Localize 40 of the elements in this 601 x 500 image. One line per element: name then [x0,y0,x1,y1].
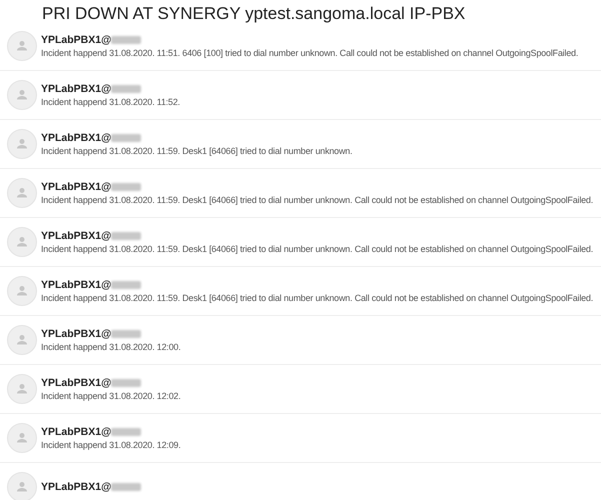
sender-name: YPLabPBX1@ [41,34,112,46]
message-text: Incident happend 31.08.2020. 12:00. [41,342,181,352]
avatar-icon [7,374,37,404]
sender-name: YPLabPBX1@ [41,481,112,493]
avatar-icon [7,80,37,110]
avatar-icon [7,423,37,453]
message-text: Incident happend 31.08.2020. 11:52. [41,97,180,107]
sender-name: YPLabPBX1@ [41,181,112,193]
message-row[interactable]: YPLabPBX1@ [0,463,601,500]
avatar-icon [7,472,37,500]
message-text: Incident happend 31.08.2020. 11:51. 6406 [100] tried to dial number unknown. Call could not be established on channel OutgoingSpoolFailed. [41,48,578,58]
avatar-icon [7,31,37,61]
thread-title: PRI DOWN AT SYNERGY yptest.sangoma.local IP-PBX [41,3,466,22]
sender-name: YPLabPBX1@ [41,426,112,438]
message-row[interactable]: YPLabPBX1@ Incident happend 31.08.2020. 11:59. Desk1 [64066] tried to dial number unknown. Call could not be established on channel OutgoingSpoolFailed. [0,267,601,316]
avatar-icon [7,129,37,159]
avatar-icon [7,178,37,208]
message-text: Incident happend 31.08.2020. 12:02. [41,391,181,401]
message-text: Incident happend 31.08.2020. 11:59. Desk1 [64066] tried to dial number unknown. Call could not be established on channel OutgoingSpoolFailed. [41,244,594,254]
message-row[interactable]: YPLabPBX1@ Incident happend 31.08.2020. 11:59. Desk1 [64066] tried to dial number unknown. Call could not be established on channel OutgoingSpoolFailed. [0,218,601,267]
sender-name: YPLabPBX1@ [41,377,112,389]
message-row[interactable]: YPLabPBX1@ Incident happend 31.08.2020. 11:59. Desk1 [64066] tried to dial number unknown. [0,120,601,169]
sender-name: YPLabPBX1@ [41,230,112,242]
sender-name: YPLabPBX1@ [41,83,112,95]
message-text: Incident happend 31.08.2020. 11:59. Desk1 [64066] tried to dial number unknown. Call could not be established on channel OutgoingSpoolFailed. [41,293,594,303]
message-row[interactable]: YPLabPBX1@ Incident happend 31.08.2020. 12:00. [0,316,601,365]
avatar-icon [7,325,37,355]
sender-name: YPLabPBX1@ [41,132,112,144]
message-text: Incident happend 31.08.2020. 11:59. Desk1 [64066] tried to dial number unknown. Call could not be established on channel OutgoingSpoolFailed. [41,195,594,205]
avatar-icon [7,227,37,257]
avatar-icon [7,276,37,306]
message-row[interactable]: YPLabPBX1@ Incident happend 31.08.2020. 11:52. [0,71,601,120]
sender-name: YPLabPBX1@ [41,328,112,340]
message-row[interactable]: YPLabPBX1@ Incident happend 31.08.2020. 12:02. [0,365,601,414]
message-row[interactable]: YPLabPBX1@ Incident happend 31.08.2020. 12:09. [0,414,601,463]
message-row[interactable]: YPLabPBX1@ Incident happend 31.08.2020. 11:51. 6406 [100] tried to dial number unknown. Call could not be established on channel OutgoingSpoolFailed. [0,22,601,71]
message-text: Incident happend 31.08.2020. 11:59. Desk1 [64066] tried to dial number unknown. [41,146,352,156]
sender-name: YPLabPBX1@ [41,279,112,291]
message-row[interactable]: YPLabPBX1@ Incident happend 31.08.2020. 11:59. Desk1 [64066] tried to dial number unknown. Call could not be established on channel OutgoingSpoolFailed. [0,169,601,218]
message-text: Incident happend 31.08.2020. 12:09. [41,440,181,450]
